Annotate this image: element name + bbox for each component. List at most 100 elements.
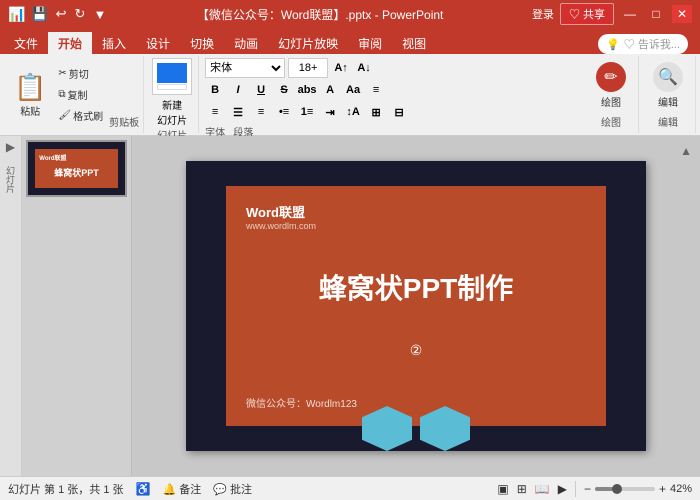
align-right-btn[interactable]: ≡ <box>251 102 271 122</box>
presenter-view-btn[interactable]: ▶ <box>558 482 567 496</box>
reading-view-btn[interactable]: 📖 <box>535 482 550 496</box>
left-sidebar: ▶ 幻灯片 <box>0 136 22 476</box>
shadow-button[interactable]: abs <box>297 80 317 100</box>
hex-arrow-right <box>420 406 470 451</box>
format-painter-icon: 🖌 <box>58 110 71 121</box>
copy-label: 复制 <box>68 87 88 102</box>
title-bar: 📊 💾 ↩ ↻ ▼ 【微信公众号：Word联盟】.pptx - PowerPoi… <box>0 0 700 28</box>
copy-icon: ⧉ <box>58 89 65 100</box>
tab-review[interactable]: 审阅 <box>348 32 392 54</box>
drawing-button[interactable]: ✏ 绘图 <box>588 58 634 113</box>
clipboard-group: 📋 粘贴 ✂ 剪切 ⧉ 复制 🖌 格式刷 剪贴板 <box>4 56 144 133</box>
title-bar-left: 📊 💾 ↩ ↻ ▼ <box>8 6 108 23</box>
tell-me-input[interactable]: 💡 ♡ 告诉我... <box>598 34 688 54</box>
cut-label: 剪切 <box>69 66 89 81</box>
slide-subtitle: ② <box>246 342 586 359</box>
tab-transitions[interactable]: 切换 <box>180 32 224 54</box>
hex-arrows <box>362 406 470 451</box>
notes-button[interactable]: 🔔 备注 <box>162 481 201 497</box>
scroll-up-btn[interactable]: ▲ <box>680 144 692 158</box>
zoom-percent: 42% <box>670 483 692 495</box>
bold-button[interactable]: B <box>205 80 225 100</box>
zoom-in-btn[interactable]: + <box>659 482 666 496</box>
slide-logo: Word联盟 www.wordlm.com <box>246 202 586 231</box>
bullet-btn[interactable]: •≡ <box>274 102 294 122</box>
font-row-2: B I U S abs A Aa ≡ <box>205 80 578 100</box>
cut-button[interactable]: ✂ 剪切 <box>54 64 107 83</box>
sidebar-text: 幻灯片 <box>4 166 17 193</box>
close-button[interactable]: ✕ <box>672 5 692 23</box>
login-button[interactable]: 登录 <box>532 6 554 22</box>
underline-button[interactable]: U <box>251 80 271 100</box>
zoom-slider[interactable] <box>595 487 655 491</box>
ribbon-toolbar: 📋 粘贴 ✂ 剪切 ⧉ 复制 🖌 格式刷 剪贴板 <box>0 54 700 136</box>
slide-count: 幻灯片 第 1 张，共 1 张 <box>8 481 124 497</box>
tab-slideshow[interactable]: 幻灯片放映 <box>268 32 348 54</box>
tab-home[interactable]: 开始 <box>48 32 92 54</box>
drawing-group: ✏ 绘图 绘图 <box>584 56 639 133</box>
font-group: 宋体 A↑ A↓ B I U S abs A Aa ≡ ≡ ☰ ≡ •≡ 1≡ … <box>201 56 582 133</box>
slide-canvas[interactable]: Word联盟 www.wordlm.com 蜂窝状PPT制作 ② 微信公众号：W… <box>186 161 646 451</box>
status-bar: 幻灯片 第 1 张，共 1 张 ♿ 🔔 备注 💬 批注 ▣ ⊞ 📖 ▶ − + … <box>0 476 700 500</box>
zoom-out-btn[interactable]: − <box>584 482 591 496</box>
login-area: 登录 ♡ 共享 <box>532 3 614 25</box>
ribbon-tabs: 文件 开始 插入 设计 切换 动画 幻灯片放映 审阅 视图 💡 ♡ 告诉我... <box>0 28 700 54</box>
status-right: ▣ ⊞ 📖 ▶ − + 42% <box>497 481 692 497</box>
share-button[interactable]: ♡ 共享 <box>560 3 614 25</box>
sidebar-collapse-btn[interactable]: ▶ <box>6 140 15 154</box>
number-list-btn[interactable]: 1≡ <box>297 102 317 122</box>
slide-thumbnail[interactable]: Word联盟 蜂窝状PPT <box>26 140 127 197</box>
decrease-font-btn[interactable]: A↓ <box>354 58 374 78</box>
paste-button[interactable]: 📋 粘贴 <box>8 58 52 131</box>
slidesorter-btn[interactable]: ⊞ <box>517 482 527 496</box>
new-slide-button[interactable]: 新建 幻灯片 <box>152 58 192 127</box>
indent-btn[interactable]: ⇥ <box>320 102 340 122</box>
font-transform-btn[interactable]: Aa <box>343 80 363 100</box>
drawing-label: 绘图 <box>601 94 621 109</box>
slides-content: 新建 幻灯片 <box>152 58 192 127</box>
align-left-btn[interactable]: ≡ <box>205 102 225 122</box>
paste-label: 粘贴 <box>20 103 40 118</box>
app-logo-icon: 📊 <box>8 6 25 23</box>
cut-icon: ✂ <box>58 68 66 79</box>
strikethrough-button[interactable]: S <box>274 80 294 100</box>
tab-insert[interactable]: 插入 <box>92 32 136 54</box>
hex-arrow-left <box>362 406 412 451</box>
tab-design[interactable]: 设计 <box>136 32 180 54</box>
tab-view[interactable]: 视图 <box>392 32 436 54</box>
align-center-btn[interactable]: ☰ <box>228 102 248 122</box>
smartart-btn[interactable]: ⊟ <box>389 102 409 122</box>
align-text-btn[interactable]: ⊞ <box>366 102 386 122</box>
customize-quick-btn[interactable]: ▼ <box>91 7 108 22</box>
slides-group: 新建 幻灯片 幻灯片 <box>146 56 199 133</box>
italic-button[interactable]: I <box>228 80 248 100</box>
slide-title: 蜂窝状PPT制作 <box>246 267 586 307</box>
font-family-select[interactable]: 宋体 <box>205 58 285 78</box>
accessibility-icon: ♿ <box>136 482 151 496</box>
editing-group-label: 编辑 <box>658 114 678 131</box>
save-quick-btn[interactable]: 💾 <box>29 6 49 22</box>
font-row-1: 宋体 A↑ A↓ <box>205 58 578 78</box>
copy-button[interactable]: ⧉ 复制 <box>54 85 107 104</box>
minimize-button[interactable]: — <box>620 5 640 23</box>
tab-animations[interactable]: 动画 <box>224 32 268 54</box>
increase-font-btn[interactable]: A↑ <box>331 58 351 78</box>
new-slide-label: 新建 幻灯片 <box>157 97 187 127</box>
drawing-group-label: 绘图 <box>601 114 621 131</box>
comments-button[interactable]: 💬 批注 <box>213 481 252 497</box>
font-size-input[interactable] <box>288 58 328 78</box>
editing-button[interactable]: 🔍 编辑 <box>645 58 691 113</box>
normal-view-btn[interactable]: ▣ <box>497 482 508 496</box>
format-painter-button[interactable]: 🖌 格式刷 <box>54 106 107 125</box>
maximize-button[interactable]: □ <box>646 5 666 23</box>
undo-quick-btn[interactable]: ↩ <box>54 6 69 22</box>
font-color-btn[interactable]: A <box>320 80 340 100</box>
redo-quick-btn[interactable]: ↻ <box>73 6 88 22</box>
slide-panel: Word联盟 蜂窝状PPT <box>22 136 132 476</box>
text-direction-btn[interactable]: ↕A <box>343 102 363 122</box>
tell-me-placeholder: ♡ 告诉我... <box>624 36 680 52</box>
tab-file[interactable]: 文件 <box>4 32 48 54</box>
zoom-control: − + 42% <box>584 482 692 496</box>
char-spacing-btn[interactable]: ≡ <box>366 80 386 100</box>
editing-label: 编辑 <box>658 94 678 109</box>
